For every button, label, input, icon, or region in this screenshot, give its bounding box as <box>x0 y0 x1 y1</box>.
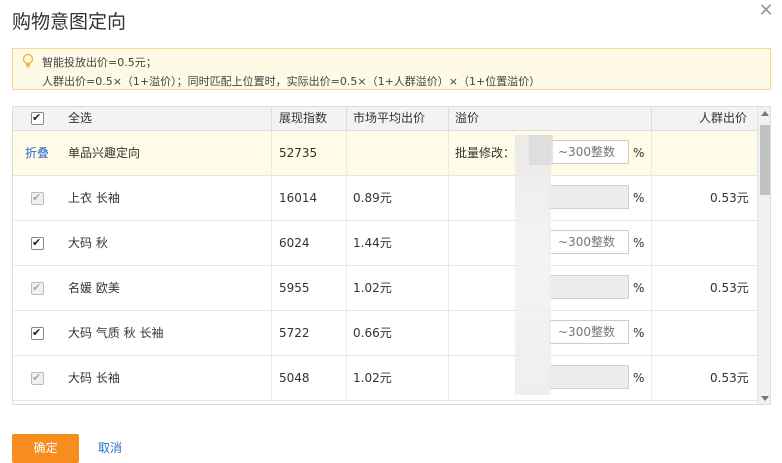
table-header: 全选 展现指数 市场平均出价 溢价 人群出价 <box>13 107 757 131</box>
fold-link[interactable]: 折叠 <box>25 131 49 176</box>
header-premium: 溢价 <box>455 111 480 125</box>
percent-unit: % <box>633 326 645 340</box>
row-checkbox[interactable] <box>31 370 44 386</box>
row-impression-index: 5048 <box>279 371 310 385</box>
header-crowd-bid: 人群出价 <box>699 111 748 125</box>
table-row: 大码 气质 秋 长袖 5722 0.66元 % <box>13 311 757 356</box>
targeting-table: 全选 展现指数 市场平均出价 溢价 人群出价 折叠 单品兴趣定向 52735 批… <box>12 106 771 405</box>
row-market-avg-bid: 1.02元 <box>353 281 392 295</box>
row-market-avg-bid: 1.02元 <box>353 371 392 385</box>
row-market-avg-bid: 1.44元 <box>353 236 392 250</box>
batch-premium-input[interactable] <box>549 140 629 164</box>
redaction-blur <box>529 135 553 165</box>
header-market-avg-bid: 市场平均出价 <box>353 111 426 125</box>
row-checkbox[interactable] <box>31 280 44 296</box>
percent-unit: % <box>633 281 645 295</box>
row-crowd-bid: 0.53元 <box>710 191 749 205</box>
row-checkbox[interactable] <box>31 190 44 206</box>
row-name: 上衣 长袖 <box>68 191 120 205</box>
percent-unit: % <box>633 371 645 385</box>
row-impression-index: 5722 <box>279 326 310 340</box>
header-select-all: 全选 <box>68 111 93 125</box>
row-crowd-bid: 0.53元 <box>710 281 749 295</box>
row-impression-index: 5955 <box>279 281 310 295</box>
row-premium-input[interactable] <box>549 275 629 299</box>
dialog-title: 购物意图定向 <box>12 11 127 33</box>
row-name: 大码 秋 <box>68 236 108 250</box>
lightbulb-icon <box>22 53 34 68</box>
group-name: 单品兴趣定向 <box>68 146 141 160</box>
cancel-button[interactable]: 取消 <box>98 434 122 463</box>
row-premium-input[interactable] <box>549 365 629 389</box>
percent-unit: % <box>633 146 645 160</box>
notice-box: 智能投放出价=0.5元； 人群出价=0.5×（1+溢价）；同时匹配上位置时，实际… <box>12 48 771 90</box>
row-crowd-bid: 0.53元 <box>710 371 749 385</box>
scroll-up-icon[interactable] <box>761 111 769 116</box>
row-market-avg-bid: 0.89元 <box>353 191 392 205</box>
row-impression-index: 16014 <box>279 191 318 205</box>
row-premium-input[interactable] <box>549 320 629 344</box>
confirm-button[interactable]: 确定 <box>12 434 79 463</box>
row-name: 大码 气质 秋 长袖 <box>68 326 164 340</box>
close-icon[interactable]: ✕ <box>757 0 775 22</box>
notice-line-1: 智能投放出价=0.5元； <box>42 56 157 69</box>
table-row: 名媛 欧美 5955 1.02元 % 0.53元 <box>13 266 757 311</box>
row-name: 大码 长袖 <box>68 371 120 385</box>
percent-unit: % <box>633 191 645 205</box>
group-row: 折叠 单品兴趣定向 52735 批量修改： % <box>13 131 757 176</box>
scrollbar-thumb[interactable] <box>760 125 770 195</box>
table-row: 上衣 长袖 16014 0.89元 % 0.53元 <box>13 176 757 221</box>
vertical-scrollbar[interactable] <box>757 107 770 404</box>
table-row: 大码 秋 6024 1.44元 % <box>13 221 757 266</box>
table-row: 大码 长袖 5048 1.02元 % 0.53元 <box>13 356 757 401</box>
row-premium-input[interactable] <box>549 185 629 209</box>
notice-line-2: 人群出价=0.5×（1+溢价）；同时匹配上位置时，实际出价=0.5×（1+人群溢… <box>42 75 541 88</box>
row-impression-index: 6024 <box>279 236 310 250</box>
percent-unit: % <box>633 236 645 250</box>
header-impression-index: 展现指数 <box>279 111 328 125</box>
redaction-blur <box>515 135 551 395</box>
row-checkbox[interactable] <box>31 325 44 341</box>
batch-edit-label: 批量修改： <box>455 146 516 160</box>
group-impression-index: 52735 <box>279 146 318 160</box>
row-checkbox[interactable] <box>31 235 44 251</box>
row-market-avg-bid: 0.66元 <box>353 326 392 340</box>
row-premium-input[interactable] <box>549 230 629 254</box>
row-name: 名媛 欧美 <box>68 281 120 295</box>
select-all-checkbox[interactable] <box>31 110 44 126</box>
scroll-down-icon[interactable] <box>761 396 769 401</box>
